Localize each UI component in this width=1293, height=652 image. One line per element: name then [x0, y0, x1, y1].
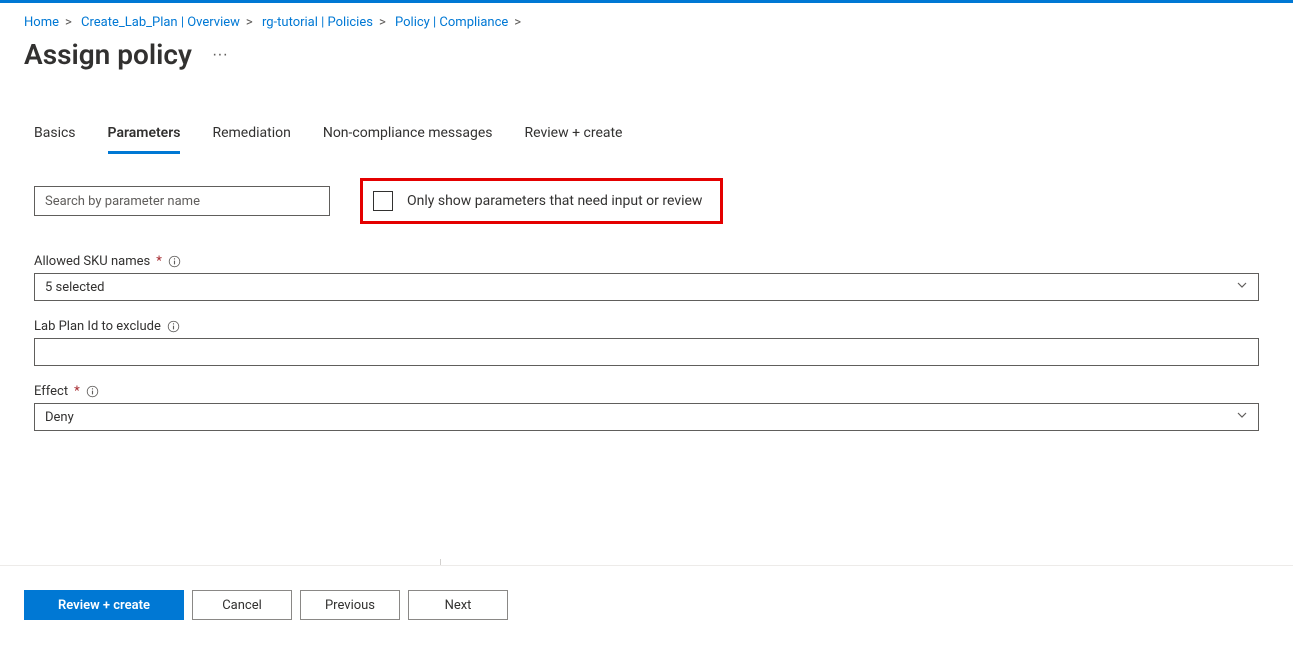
select-value: 5 selected — [45, 280, 104, 295]
only-show-filter: Only show parameters that need input or … — [360, 178, 723, 224]
only-show-label: Only show parameters that need input or … — [407, 193, 702, 209]
required-indicator: * — [156, 254, 162, 269]
chevron-down-icon — [1236, 409, 1248, 425]
next-button[interactable]: Next — [408, 590, 508, 620]
breadcrumb-link-policies[interactable]: rg-tutorial | Policies — [262, 15, 373, 30]
select-value: Deny — [45, 410, 74, 425]
breadcrumb-link-compliance[interactable]: Policy | Compliance — [395, 15, 508, 30]
info-icon[interactable] — [167, 320, 181, 334]
tab-bar: Basics Parameters Remediation Non-compli… — [0, 119, 1293, 154]
required-indicator: * — [74, 384, 80, 399]
field-label: Lab Plan Id to exclude — [34, 319, 161, 334]
chevron-right-icon: > — [246, 15, 253, 30]
effect-select[interactable]: Deny — [34, 403, 1259, 431]
filter-row: Only show parameters that need input or … — [34, 178, 1259, 224]
tab-basics[interactable]: Basics — [34, 119, 76, 154]
chevron-right-icon: > — [379, 15, 386, 30]
allowed-skus-select[interactable]: 5 selected — [34, 273, 1259, 301]
field-effect: Effect * Deny — [34, 384, 1259, 431]
info-icon[interactable] — [86, 385, 100, 399]
search-input[interactable] — [34, 186, 330, 216]
field-allowed-skus: Allowed SKU names * 5 selected — [34, 254, 1259, 301]
field-label: Effect — [34, 384, 68, 399]
chevron-down-icon — [1236, 279, 1248, 295]
breadcrumb-link-home[interactable]: Home — [24, 15, 59, 30]
field-lab-plan-exclude: Lab Plan Id to exclude — [34, 319, 1259, 366]
previous-button[interactable]: Previous — [300, 590, 400, 620]
breadcrumb-link-overview[interactable]: Create_Lab_Plan | Overview — [81, 15, 240, 30]
lab-plan-exclude-input[interactable] — [34, 338, 1259, 366]
tab-parameters[interactable]: Parameters — [108, 119, 181, 154]
tab-remediation[interactable]: Remediation — [212, 119, 290, 154]
tab-review-create[interactable]: Review + create — [525, 119, 623, 154]
breadcrumb: Home > Create_Lab_Plan | Overview > rg-tut… — [0, 3, 1293, 34]
chevron-right-icon: > — [514, 15, 521, 30]
footer-bar: Review + create Cancel Previous Next — [0, 565, 1293, 644]
chevron-right-icon: > — [65, 15, 72, 30]
cancel-button[interactable]: Cancel — [192, 590, 292, 620]
field-label: Allowed SKU names — [34, 254, 150, 269]
info-icon[interactable] — [168, 255, 182, 269]
more-actions-button[interactable]: ··· — [204, 42, 236, 68]
ellipsis-icon: ··· — [212, 46, 228, 63]
page-title: Assign policy — [24, 38, 192, 71]
tab-noncompliance[interactable]: Non-compliance messages — [323, 119, 493, 154]
review-create-button[interactable]: Review + create — [24, 590, 184, 620]
parameters-panel: Only show parameters that need input or … — [0, 154, 1293, 431]
only-show-checkbox[interactable] — [373, 191, 393, 211]
page-header: Assign policy ··· — [0, 34, 1293, 95]
